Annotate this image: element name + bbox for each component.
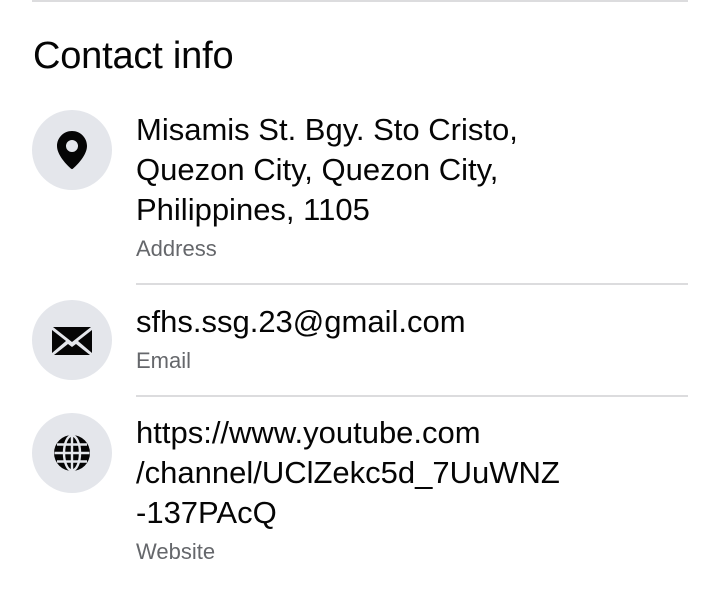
website-value-line[interactable]: -137PAcQ <box>136 493 696 533</box>
email-text: sfhs.ssg.23@gmail.com Email <box>136 302 696 376</box>
location-pin-icon <box>55 130 89 170</box>
address-value-line: Misamis St. Bgy. Sto Cristo, <box>136 112 518 147</box>
website-value-line[interactable]: https://www.youtube.com <box>136 413 696 453</box>
top-divider <box>32 0 688 2</box>
website-label: Website <box>136 539 216 564</box>
location-icon-button <box>32 110 112 190</box>
website-icon-button <box>32 413 112 493</box>
row-divider <box>136 395 688 397</box>
website-value-line[interactable]: /channel/UClZekc5d_7UuWNZ <box>136 453 696 493</box>
website-text: https://www.youtube.com /channel/UClZekc… <box>136 413 696 567</box>
address-text: Misamis St. Bgy. Sto Cristo, Quezon City… <box>136 110 696 264</box>
email-value[interactable]: sfhs.ssg.23@gmail.com <box>136 302 696 342</box>
row-divider <box>136 283 688 285</box>
address-value-line: Philippines, 1105 <box>136 192 370 227</box>
email-label: Email <box>136 348 192 373</box>
address-label: Address <box>136 236 217 261</box>
contact-info-heading: Contact info <box>33 35 234 77</box>
envelope-icon <box>51 324 93 356</box>
address-value-line: Quezon City, Quezon City, <box>136 152 499 187</box>
globe-icon <box>52 433 92 473</box>
email-icon-button <box>32 300 112 380</box>
